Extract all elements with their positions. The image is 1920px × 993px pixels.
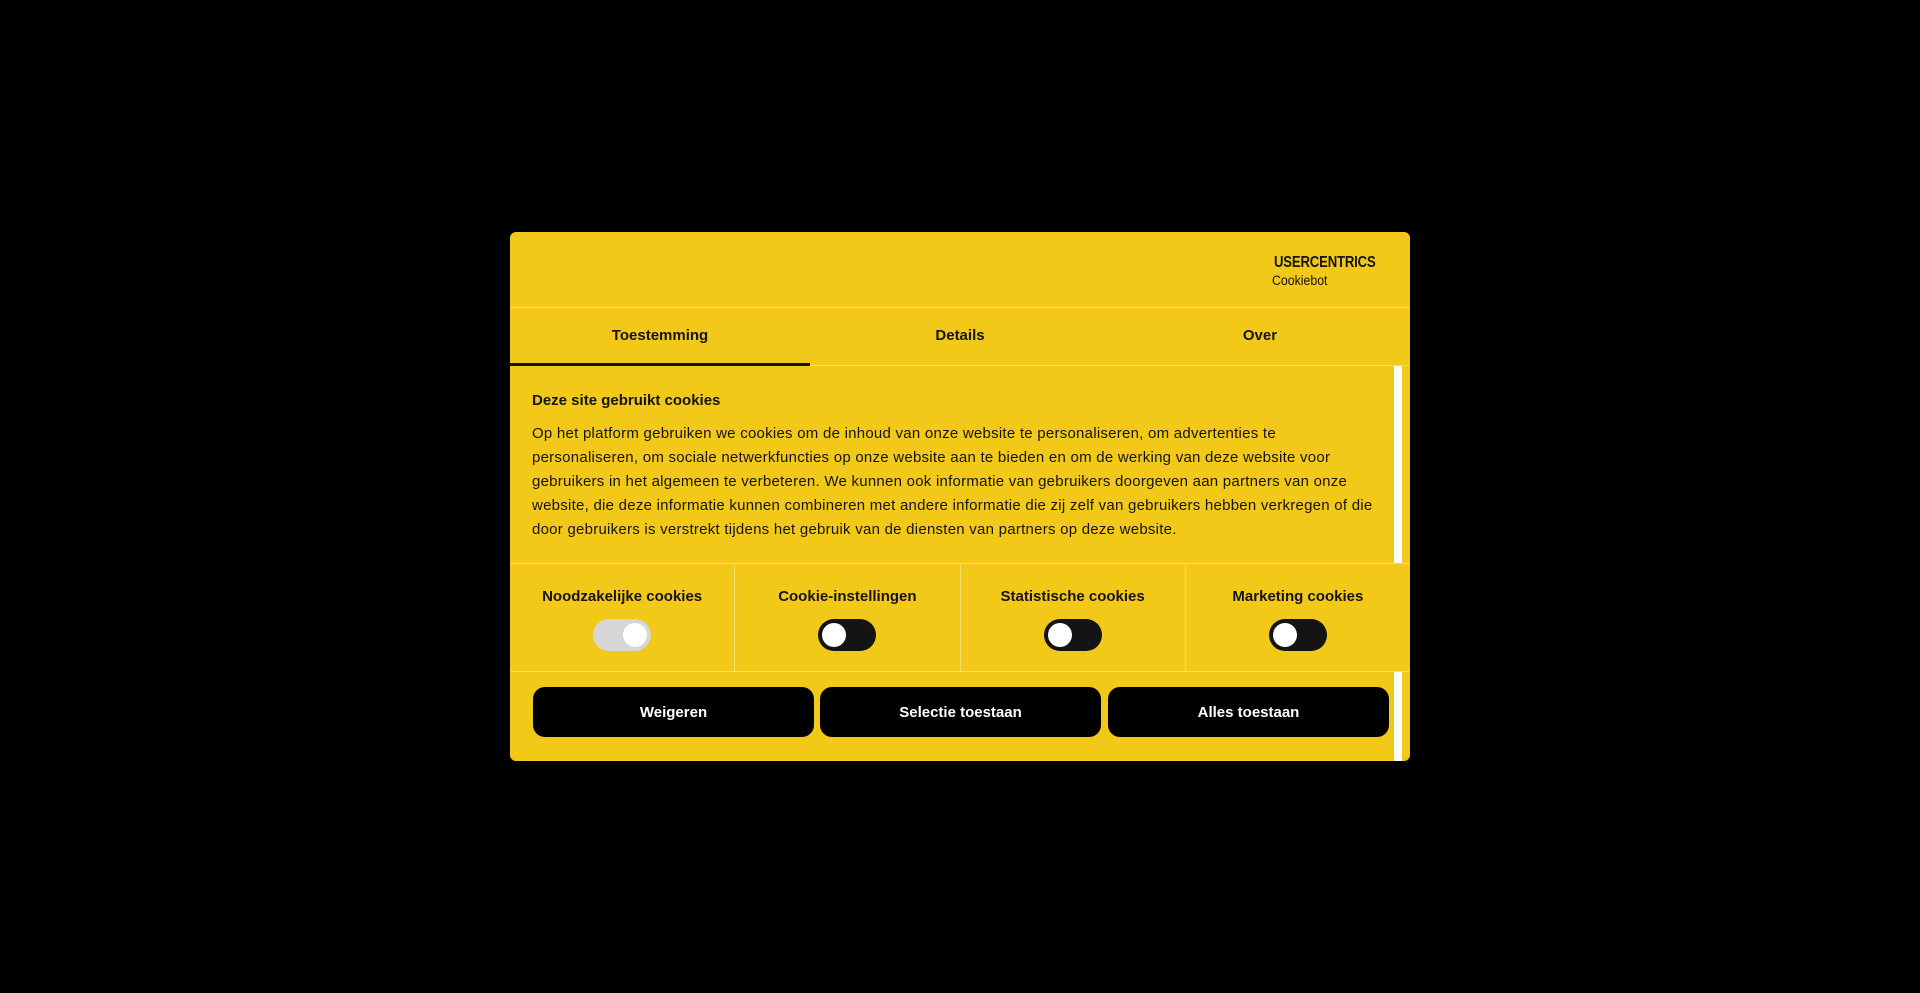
switch-knob (1272, 623, 1297, 647)
action-buttons: Weigeren Selectie toestaan Alles toestaa… (510, 672, 1410, 761)
logo-top-row: USERCENTRICS (1272, 254, 1388, 272)
allow-selection-button[interactable]: Selectie toestaan (820, 687, 1101, 737)
consent-description: Op het platform gebruiken we cookies om … (532, 425, 1373, 538)
switch-knob (822, 623, 847, 647)
tab-details[interactable]: Details (810, 308, 1110, 365)
logo-brand-text: USERCENTRICS (1274, 254, 1376, 271)
consent-title: Deze site gebruikt cookies (532, 392, 721, 409)
switch-knob (623, 623, 648, 647)
toggle-cell-necessary: Noodzakelijke cookies (510, 564, 736, 671)
switch-knob (1047, 623, 1072, 647)
toggle-cell-statistics: Statistische cookies (961, 564, 1186, 671)
switch-necessary (593, 619, 652, 651)
cookiebot-logo: USERCENTRICS Cookiebot (1272, 254, 1388, 288)
content-scrollbar[interactable] (1394, 366, 1402, 563)
switch-preferences[interactable] (818, 619, 877, 651)
logo-product-text: Cookiebot (1272, 272, 1328, 288)
tab-bar: Toestemming Details Over (510, 308, 1410, 366)
allow-all-button[interactable]: Alles toestaan (1108, 687, 1389, 737)
toggle-cell-preferences: Cookie-instellingen (735, 564, 961, 671)
dialog-header: USERCENTRICS Cookiebot (510, 232, 1410, 308)
toggle-label-marketing: Marketing cookies (1232, 588, 1364, 605)
switch-marketing[interactable] (1268, 619, 1327, 651)
toggle-label-statistics: Statistische cookies (1000, 588, 1145, 605)
actions-scrollbar[interactable] (1394, 672, 1402, 761)
deny-button[interactable]: Weigeren (533, 687, 814, 737)
tab-over[interactable]: Over (1110, 308, 1410, 365)
toggle-cell-marketing: Marketing cookies (1186, 564, 1410, 671)
consent-content: Deze site gebruikt cookies Op het platfo… (510, 366, 1410, 563)
switch-statistics[interactable] (1043, 619, 1102, 651)
tab-toestemming[interactable]: Toestemming (510, 308, 810, 366)
toggle-label-necessary: Noodzakelijke cookies (542, 588, 703, 605)
cookie-category-toggles: Noodzakelijke cookies Cookie-instellinge… (510, 563, 1410, 672)
toggle-label-preferences: Cookie-instellingen (778, 588, 917, 605)
cookie-consent-dialog: USERCENTRICS Cookiebot Toestemming Detai… (510, 232, 1410, 761)
